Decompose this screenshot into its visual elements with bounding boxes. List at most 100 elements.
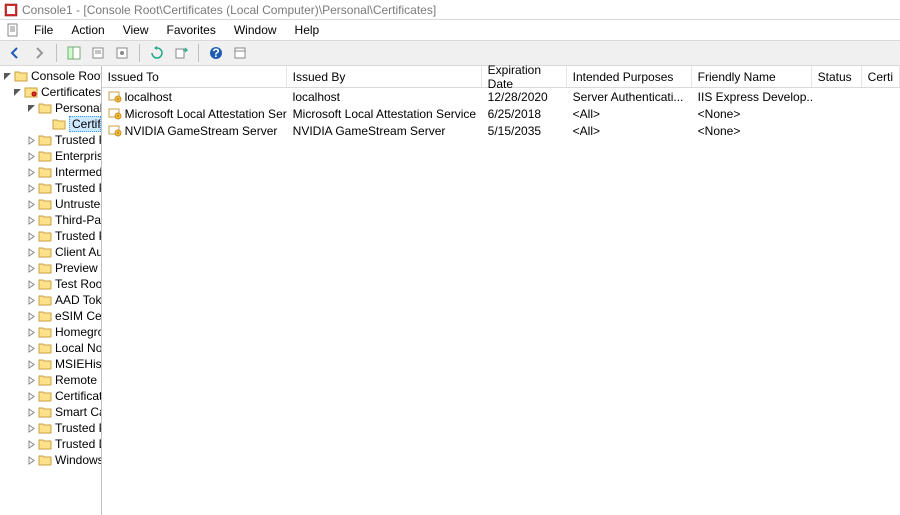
expand-icon[interactable] <box>26 247 36 257</box>
expand-icon[interactable] <box>26 135 36 145</box>
show-hide-tree-button[interactable] <box>63 42 85 64</box>
expand-icon[interactable] <box>26 343 36 353</box>
tree-item[interactable]: Third-Party Root Certification Authoriti… <box>0 212 101 228</box>
expand-icon[interactable] <box>26 327 36 337</box>
col-status[interactable]: Status <box>812 66 862 87</box>
tree-console-root[interactable]: Console Root <box>0 68 101 84</box>
tree-label: Personal <box>55 101 101 115</box>
folder-icon <box>38 133 52 147</box>
friendly-name: <None> <box>692 124 812 138</box>
cert-row[interactable]: NVIDIA GameStream ServerNVIDIA GameStrea… <box>102 122 900 139</box>
list-body[interactable]: localhostlocalhost12/28/2020Server Authe… <box>102 88 900 515</box>
tree-certificates-computer[interactable]: Certificates (Local Computer) <box>0 84 101 100</box>
expand-icon[interactable] <box>26 375 36 385</box>
col-issued-by[interactable]: Issued By <box>287 66 482 87</box>
toolbar-separator <box>56 44 57 62</box>
collapse-icon[interactable] <box>12 87 22 97</box>
expand-icon[interactable] <box>26 231 36 241</box>
col-friendly[interactable]: Friendly Name <box>692 66 812 87</box>
expand-icon[interactable] <box>26 199 36 209</box>
expand-icon[interactable] <box>26 407 36 417</box>
app-icon <box>4 3 18 17</box>
expand-icon[interactable] <box>26 279 36 289</box>
tree-item[interactable]: Client Authentication Issuers <box>0 244 101 260</box>
certificate-icon <box>108 107 122 121</box>
col-cert-template[interactable]: Certi <box>862 66 900 87</box>
tree-pane[interactable]: Console Root Certificates (Local Compute… <box>0 66 102 515</box>
tree-item[interactable]: Trusted Publishers <box>0 180 101 196</box>
menu-action[interactable]: Action <box>63 21 112 39</box>
col-purposes[interactable]: Intended Purposes <box>567 66 692 87</box>
tree-label: eSIM Certification Authorities <box>55 309 101 323</box>
options-button[interactable] <box>229 42 251 64</box>
expand-icon[interactable] <box>26 391 36 401</box>
issued-by: localhost <box>287 90 482 104</box>
tree-item[interactable]: Windows Live ID Token Issuer <box>0 452 101 468</box>
forward-button[interactable] <box>28 42 50 64</box>
menu-help[interactable]: Help <box>287 21 328 39</box>
cert-row[interactable]: localhostlocalhost12/28/2020Server Authe… <box>102 88 900 105</box>
tree-label: Preview Build Roots <box>55 261 101 275</box>
collapse-icon[interactable] <box>26 103 36 113</box>
folder-icon <box>38 405 52 419</box>
tree-certificates[interactable]: Certificates <box>0 116 101 132</box>
tree-item[interactable]: Trusted Devices <box>0 436 101 452</box>
collapse-icon[interactable] <box>2 71 12 81</box>
cert-row[interactable]: Microsoft Local Attestation Ser...Micros… <box>102 105 900 122</box>
expand-icon[interactable] <box>26 167 36 177</box>
expand-icon[interactable] <box>26 295 36 305</box>
tree-item[interactable]: Homegroup Machine Certificates <box>0 324 101 340</box>
intended-purposes: <All> <box>567 107 692 121</box>
expand-icon[interactable] <box>26 215 36 225</box>
folder-icon <box>38 197 52 211</box>
tree-label: Test Roots <box>55 277 101 291</box>
refresh-button[interactable] <box>146 42 168 64</box>
tree-label: Trusted Devices <box>55 437 101 451</box>
tree-label: Trusted Packaged App Installation Author… <box>55 421 101 435</box>
menu-view[interactable]: View <box>115 21 157 39</box>
tree-label: Homegroup Machine Certificates <box>55 325 101 339</box>
expand-icon[interactable] <box>26 183 36 193</box>
menu-favorites[interactable]: Favorites <box>159 21 224 39</box>
tree-item[interactable]: AAD Token Issuer <box>0 292 101 308</box>
col-issued-to[interactable]: Issued To <box>102 66 287 87</box>
folder-icon <box>14 69 28 83</box>
toolbar: ? <box>0 40 900 66</box>
tree-personal[interactable]: Personal <box>0 100 101 116</box>
back-button[interactable] <box>4 42 26 64</box>
tree-item[interactable]: Trusted Root Certification Authorities <box>0 132 101 148</box>
tree-label: Local NonRemovable Certificates <box>55 341 101 355</box>
menu-window[interactable]: Window <box>226 21 285 39</box>
help-button[interactable]: ? <box>205 42 227 64</box>
tree-label: Console Root <box>31 69 101 83</box>
tree-item[interactable]: eSIM Certification Authorities <box>0 308 101 324</box>
expand-icon[interactable] <box>26 311 36 321</box>
expand-icon[interactable] <box>26 263 36 273</box>
expand-icon[interactable] <box>26 359 36 369</box>
tree-item[interactable]: Intermediate Certification Authorities <box>0 164 101 180</box>
tree-item[interactable]: Enterprise Trust <box>0 148 101 164</box>
tree-item[interactable]: Remote Desktop <box>0 372 101 388</box>
tree-item[interactable]: Certificate Enrollment Requests <box>0 388 101 404</box>
tree-item[interactable]: Trusted Packaged App Installation Author… <box>0 420 101 436</box>
properties-button[interactable] <box>87 42 109 64</box>
tree-item[interactable]: Test Roots <box>0 276 101 292</box>
export-list-button[interactable] <box>170 42 192 64</box>
title-bar: Console1 - [Console Root\Certificates (L… <box>0 0 900 20</box>
tree-item[interactable]: Smart Card Trusted Roots <box>0 404 101 420</box>
tree-item[interactable]: Local NonRemovable Certificates <box>0 340 101 356</box>
tree-item[interactable]: Preview Build Roots <box>0 260 101 276</box>
tree-item[interactable]: Trusted People <box>0 228 101 244</box>
col-expiration[interactable]: Expiration Date <box>482 66 567 87</box>
expiration-date: 5/15/2035 <box>482 124 567 138</box>
tree-item[interactable]: MSIEHistoryJournal <box>0 356 101 372</box>
tree-item[interactable]: Untrusted Certificates <box>0 196 101 212</box>
expand-icon[interactable] <box>26 439 36 449</box>
expand-icon[interactable] <box>26 423 36 433</box>
issued-by: NVIDIA GameStream Server <box>287 124 482 138</box>
expand-icon[interactable] <box>26 455 36 465</box>
tree-label: Trusted People <box>55 229 101 243</box>
menu-file[interactable]: File <box>26 21 61 39</box>
export-button[interactable] <box>111 42 133 64</box>
expand-icon[interactable] <box>26 151 36 161</box>
